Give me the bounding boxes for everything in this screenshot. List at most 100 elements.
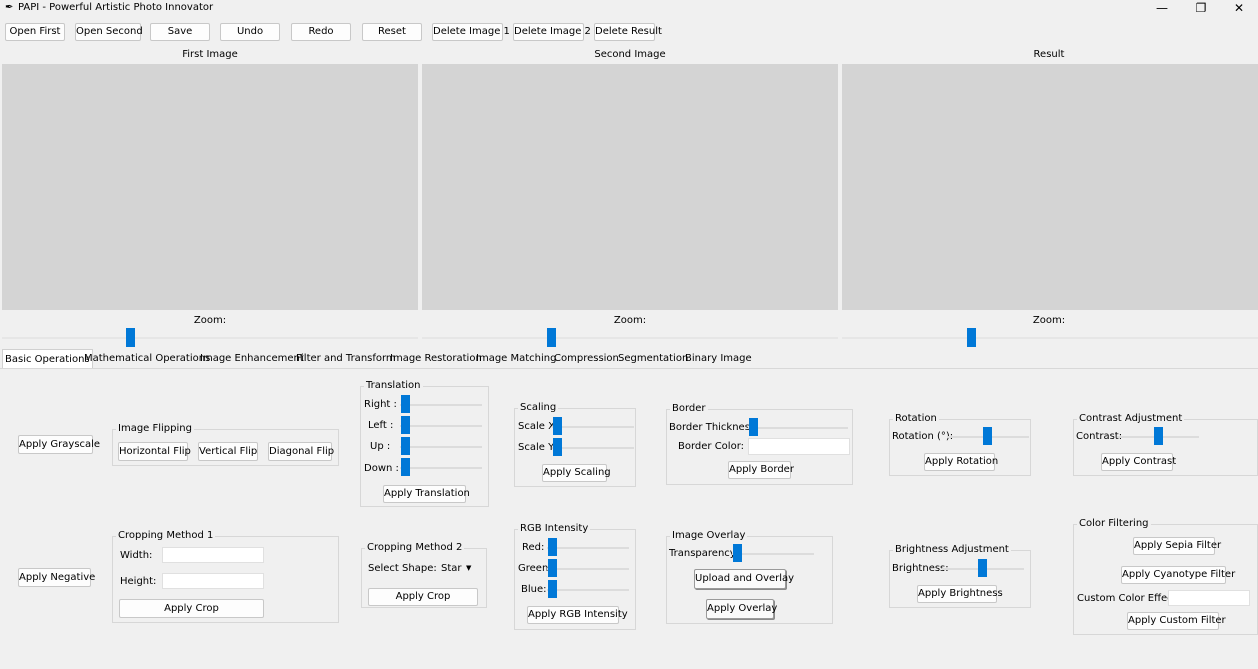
translation-down-track[interactable] bbox=[400, 467, 482, 469]
save-button[interactable]: Save bbox=[150, 23, 210, 41]
minimize-icon[interactable]: — bbox=[1143, 0, 1181, 17]
tab-basic-operations[interactable]: Basic Operations bbox=[2, 349, 93, 369]
undo-button[interactable]: Undo bbox=[220, 23, 280, 41]
transparency-thumb[interactable] bbox=[733, 544, 742, 562]
apply-rgb-intensity-button[interactable]: Apply RGB Intensity bbox=[527, 606, 628, 624]
apply-brightness-button[interactable]: Apply Brightness bbox=[917, 585, 1003, 603]
zoom-slider-second-thumb[interactable] bbox=[547, 328, 556, 347]
red-track[interactable] bbox=[547, 547, 629, 549]
brightness-thumb[interactable] bbox=[978, 559, 987, 577]
result-title: Result bbox=[1033, 49, 1065, 60]
transparency-track[interactable] bbox=[732, 553, 814, 555]
apply-sepia-filter-button[interactable]: Apply Sepia Filter bbox=[1133, 537, 1221, 555]
delete-image-1-button[interactable]: Delete Image 1 bbox=[432, 23, 510, 41]
tab-binary-image[interactable]: Binary Image bbox=[685, 351, 752, 367]
apply-border-button[interactable]: Apply Border bbox=[728, 461, 794, 479]
translation-left-track[interactable] bbox=[400, 425, 482, 427]
custom-color-effect-input[interactable] bbox=[1168, 590, 1250, 606]
result-canvas[interactable] bbox=[842, 64, 1258, 310]
close-icon[interactable]: ✕ bbox=[1220, 0, 1258, 17]
zoom-slider-result-track[interactable] bbox=[842, 337, 1258, 339]
blue-thumb[interactable] bbox=[548, 580, 557, 598]
scale-x-track[interactable] bbox=[552, 426, 634, 428]
app-feather-icon: ✒ bbox=[5, 2, 14, 13]
tab-image-restoration[interactable]: Image Restoration bbox=[390, 351, 482, 367]
crop-height-label: Height: bbox=[120, 576, 157, 587]
translation-left-thumb[interactable] bbox=[401, 416, 410, 434]
red-label: Red: bbox=[522, 542, 545, 553]
tab-mathematical-operations[interactable]: Mathematical Operations bbox=[84, 351, 210, 367]
apply-rotation-button[interactable]: Apply Rotation bbox=[924, 453, 998, 471]
scale-y-thumb[interactable] bbox=[553, 438, 562, 456]
reset-button[interactable]: Reset bbox=[362, 23, 422, 41]
cropping-method-1-title: Cropping Method 1 bbox=[116, 530, 216, 541]
apply-overlay-button[interactable]: Apply Overlay bbox=[706, 599, 777, 619]
border-thickness-thumb[interactable] bbox=[749, 418, 758, 436]
apply-crop-1-button[interactable]: Apply Crop bbox=[119, 599, 264, 618]
redo-button[interactable]: Redo bbox=[291, 23, 351, 41]
upload-and-overlay-button[interactable]: Upload and Overlay bbox=[694, 569, 794, 589]
tab-image-enhancement[interactable]: Image Enhancement bbox=[200, 351, 304, 367]
open-first-button[interactable]: Open First bbox=[5, 23, 65, 41]
shape-select-value[interactable]: Star bbox=[441, 563, 462, 574]
scale-x-thumb[interactable] bbox=[553, 417, 562, 435]
delete-result-button[interactable]: Delete Result bbox=[594, 23, 662, 41]
border-color-input[interactable] bbox=[748, 438, 850, 455]
zoom-slider-first-thumb[interactable] bbox=[126, 328, 135, 347]
zoom-slider-first-track[interactable] bbox=[2, 337, 418, 339]
apply-negative-button[interactable]: Apply Negative bbox=[18, 568, 95, 587]
tab-segmentation[interactable]: Segmentation bbox=[618, 351, 688, 367]
apply-grayscale-button[interactable]: Apply Grayscale bbox=[18, 435, 100, 454]
zoom-slider-second-track[interactable] bbox=[422, 337, 838, 339]
apply-scaling-button[interactable]: Apply Scaling bbox=[542, 464, 611, 482]
translation-up-thumb[interactable] bbox=[401, 437, 410, 455]
second-image-canvas[interactable] bbox=[422, 64, 838, 310]
translation-right-track[interactable] bbox=[400, 404, 482, 406]
crop-height-input[interactable] bbox=[162, 573, 264, 589]
image-overlay-title: Image Overlay bbox=[670, 530, 748, 541]
first-image-title: First Image bbox=[182, 49, 238, 60]
border-title: Border bbox=[670, 403, 708, 414]
diagonal-flip-button[interactable]: Diagonal Flip bbox=[268, 442, 334, 461]
vertical-flip-button[interactable]: Vertical Flip bbox=[198, 442, 258, 461]
tab-filter-and-transform[interactable]: Filter and Transform bbox=[296, 351, 396, 367]
red-thumb[interactable] bbox=[548, 538, 557, 556]
apply-custom-filter-button[interactable]: Apply Custom Filter bbox=[1127, 612, 1226, 630]
apply-contrast-button[interactable]: Apply Contrast bbox=[1101, 453, 1176, 471]
border-thickness-label: Border Thickness: bbox=[669, 422, 759, 433]
select-shape-label: Select Shape: bbox=[368, 563, 437, 574]
first-image-canvas[interactable] bbox=[2, 64, 418, 310]
contrast-thumb[interactable] bbox=[1154, 427, 1163, 445]
open-second-button[interactable]: Open Second bbox=[75, 23, 143, 41]
apply-cyanotype-filter-button[interactable]: Apply Cyanotype Filter bbox=[1121, 566, 1235, 584]
apply-translation-button[interactable]: Apply Translation bbox=[383, 485, 470, 503]
border-color-label: Border Color: bbox=[678, 441, 745, 452]
rotation-thumb[interactable] bbox=[983, 427, 992, 445]
translation-title: Translation bbox=[364, 380, 423, 391]
contrast-title: Contrast Adjustment bbox=[1077, 413, 1185, 424]
zoom-label-second: Zoom: bbox=[613, 315, 647, 326]
crop-width-input[interactable] bbox=[162, 547, 264, 563]
green-track[interactable] bbox=[547, 568, 629, 570]
green-thumb[interactable] bbox=[548, 559, 557, 577]
second-image-title: Second Image bbox=[594, 49, 666, 60]
horizontal-flip-button[interactable]: Horizontal Flip bbox=[118, 442, 191, 461]
translation-down-label: Down : bbox=[364, 463, 399, 474]
translation-up-track[interactable] bbox=[400, 446, 482, 448]
tab-compression[interactable]: Compression bbox=[554, 351, 619, 367]
delete-image-2-button[interactable]: Delete Image 2 bbox=[513, 23, 591, 41]
chevron-down-icon[interactable]: ▼ bbox=[466, 564, 471, 572]
apply-crop-2-button[interactable]: Apply Crop bbox=[368, 588, 478, 606]
contrast-label: Contrast: bbox=[1076, 431, 1123, 442]
border-thickness-track[interactable] bbox=[748, 427, 848, 429]
translation-down-thumb[interactable] bbox=[401, 458, 410, 476]
rotation-title: Rotation bbox=[893, 413, 939, 424]
scale-y-track[interactable] bbox=[552, 447, 634, 449]
restore-icon[interactable]: ❐ bbox=[1182, 0, 1220, 17]
tab-image-matching[interactable]: Image Matching bbox=[476, 351, 556, 367]
blue-track[interactable] bbox=[547, 589, 629, 591]
translation-right-label: Right : bbox=[364, 399, 397, 410]
brightness-title: Brightness Adjustment bbox=[893, 544, 1011, 555]
zoom-slider-result-thumb[interactable] bbox=[967, 328, 976, 347]
translation-right-thumb[interactable] bbox=[401, 395, 410, 413]
